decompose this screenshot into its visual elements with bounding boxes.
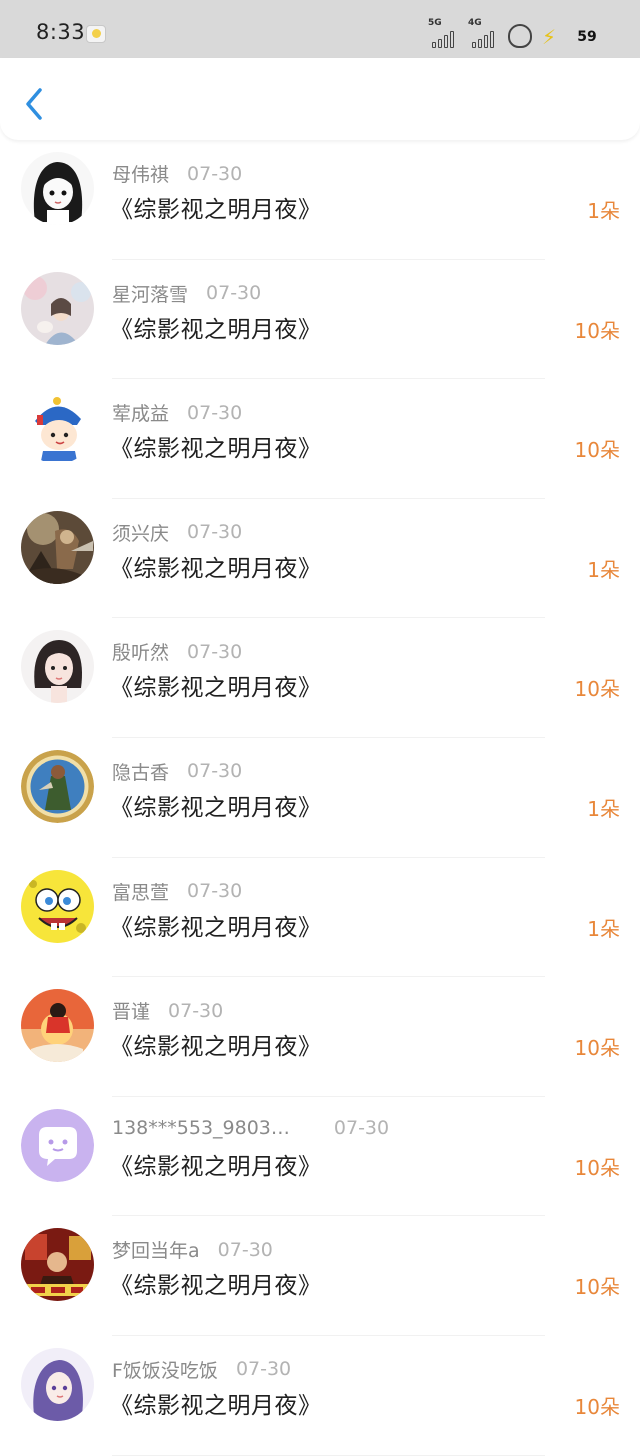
nav-bar (0, 58, 640, 140)
row-meta: 隐古香 07-30 (112, 758, 242, 785)
avatar[interactable] (21, 1228, 94, 1302)
username[interactable]: 母伟祺 (112, 160, 169, 187)
gift-count: 10朵 (574, 1155, 620, 1180)
list-item[interactable]: 荤成益 07-30 《综影视之明月夜》 10朵 (0, 379, 640, 499)
book-title[interactable]: 《综影视之明月夜》 (110, 788, 322, 822)
gift-count: 10朵 (574, 677, 620, 702)
book-title[interactable]: 《综影视之明月夜》 (110, 549, 322, 583)
gift-count: 1朵 (587, 796, 620, 821)
book-title[interactable]: 《综影视之明月夜》 (110, 1266, 322, 1300)
list-item[interactable]: 晋谨 07-30 《综影视之明月夜》 10朵 (0, 977, 640, 1097)
username[interactable]: 须兴庆 (112, 519, 169, 546)
date: 07-30 (187, 162, 243, 185)
row-meta: 殷听然 07-30 (112, 638, 242, 665)
chevron-left-icon (26, 88, 42, 120)
signal-5g-icon: 5G (428, 18, 458, 48)
date: 07-30 (217, 1238, 273, 1261)
username[interactable]: 荤成益 (112, 399, 169, 426)
username[interactable]: F饭饭没吃饭 (112, 1356, 218, 1383)
list-item[interactable]: 星河落雪 07-30 《综影视之明月夜》 10朵 (0, 260, 640, 380)
username[interactable]: 晋谨 (112, 997, 150, 1024)
battery-level: 59 (566, 26, 606, 48)
row-meta: 富思萱 07-30 (112, 878, 242, 905)
username[interactable]: 殷听然 (112, 638, 169, 665)
list-item[interactable]: 富思萱 07-30 《综影视之明月夜》 1朵 (0, 858, 640, 978)
notification-app-icon (86, 25, 106, 43)
avatar[interactable] (21, 391, 94, 465)
gift-count: 10朵 (574, 1394, 620, 1419)
gift-count: 1朵 (587, 557, 620, 582)
date: 07-30 (235, 1358, 292, 1381)
date: 07-30 (187, 521, 243, 544)
list-item[interactable]: 隐古香 07-30 《综影视之明月夜》 1朵 (0, 738, 640, 858)
book-title[interactable]: 《综影视之明月夜》 (110, 1027, 322, 1061)
avatar[interactable] (21, 152, 94, 225)
status-bar: 8:33 5G 4G ⚡ 59 (0, 0, 640, 60)
row-meta: 荤成益 07-30 (112, 399, 242, 426)
avatar[interactable] (21, 1347, 94, 1421)
gift-count: 1朵 (587, 199, 620, 223)
book-title[interactable]: 《综影视之明月夜》 (110, 668, 322, 702)
row-meta: 138***553_9803… 07-30 (112, 1117, 389, 1139)
list-item[interactable]: 梦回当年a 07-30 《综影视之明月夜》 10朵 (0, 1216, 640, 1336)
wifi-icon (508, 24, 532, 48)
gift-count: 10朵 (574, 1036, 620, 1061)
username[interactable]: 富思萱 (112, 878, 169, 905)
date: 07-30 (187, 640, 243, 663)
list-item[interactable]: 138***553_9803… 07-30 《综影视之明月夜》 10朵 (0, 1097, 640, 1217)
avatar[interactable] (21, 989, 94, 1063)
date: 07-30 (206, 282, 262, 305)
row-meta: 晋谨 07-30 (112, 997, 223, 1024)
avatar[interactable] (21, 749, 94, 823)
date: 07-30 (187, 401, 243, 424)
date: 07-30 (187, 760, 243, 783)
book-title[interactable]: 《综影视之明月夜》 (110, 1147, 322, 1181)
row-meta: F饭饭没吃饭 07-30 (112, 1356, 291, 1383)
username[interactable]: 138***553_9803… (112, 1117, 290, 1139)
avatar[interactable] (21, 510, 94, 584)
row-meta: 星河落雪 07-30 (112, 280, 261, 307)
avatar[interactable] (21, 271, 94, 345)
back-button[interactable] (22, 86, 48, 122)
book-title[interactable]: 《综影视之明月夜》 (110, 310, 322, 344)
list-item[interactable]: 殷听然 07-30 《综影视之明月夜》 10朵 (0, 618, 640, 738)
list-item[interactable]: 须兴庆 07-30 《综影视之明月夜》 1朵 (0, 499, 640, 619)
gift-count: 1朵 (587, 916, 620, 941)
book-title[interactable]: 《综影视之明月夜》 (110, 1386, 322, 1420)
username[interactable]: 梦回当年a (112, 1236, 200, 1263)
username[interactable]: 星河落雪 (112, 280, 188, 307)
status-time: 8:33 (36, 20, 86, 44)
date: 07-30 (333, 1116, 390, 1139)
avatar[interactable] (21, 630, 94, 704)
status-icons: 5G 4G ⚡ 59 (428, 18, 606, 49)
book-title[interactable]: 《综影视之明月夜》 (110, 908, 322, 942)
avatar[interactable] (21, 1108, 94, 1182)
book-title[interactable]: 《综影视之明月夜》 (110, 429, 322, 463)
username[interactable]: 隐古香 (112, 758, 169, 785)
row-meta: 母伟祺 07-30 (112, 160, 242, 187)
gift-count: 10朵 (574, 318, 620, 343)
avatar[interactable] (21, 869, 94, 943)
list-item[interactable]: 母伟祺 07-30 《综影视之明月夜》 1朵 (0, 140, 640, 260)
list-item[interactable]: F饭饭没吃饭 07-30 《综影视之明月夜》 10朵 (0, 1336, 640, 1456)
date: 07-30 (168, 999, 224, 1022)
gift-count: 10朵 (574, 1275, 620, 1300)
date: 07-30 (187, 880, 243, 903)
signal-4g-icon: 4G (468, 18, 498, 48)
row-meta: 须兴庆 07-30 (112, 519, 242, 546)
charging-bolt-icon: ⚡ (542, 25, 557, 49)
gift-count: 10朵 (574, 438, 620, 463)
gift-record-list: 母伟祺 07-30 《综影视之明月夜》 1朵 星河落雪 07-30 《综影视之明… (0, 140, 640, 1456)
row-meta: 梦回当年a 07-30 (112, 1236, 273, 1263)
book-title[interactable]: 《综影视之明月夜》 (110, 190, 322, 224)
